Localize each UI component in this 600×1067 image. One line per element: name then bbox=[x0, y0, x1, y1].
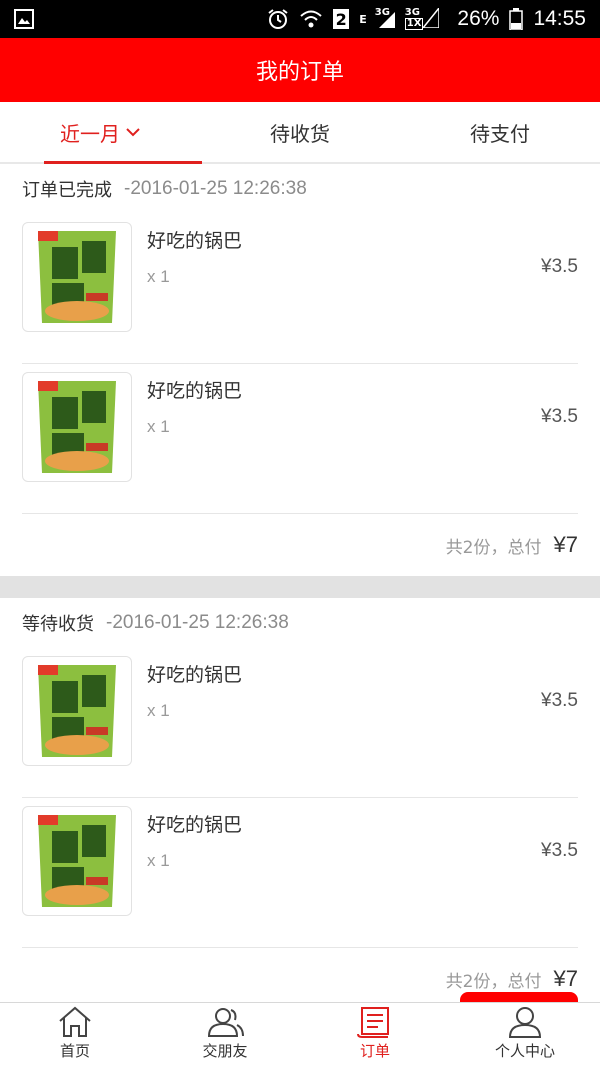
chevron-down-icon bbox=[126, 127, 140, 137]
order-item[interactable]: 好吃的锅巴 x 1 ¥3.5 bbox=[22, 214, 578, 364]
nav-friends[interactable]: 交朋友 bbox=[150, 1003, 300, 1067]
clock: 14:55 bbox=[533, 7, 586, 30]
tab-last-month[interactable]: 近一月 bbox=[0, 102, 202, 164]
network-e-label: E bbox=[359, 13, 367, 26]
order-card[interactable]: 等待收货 -2016-01-25 12:26:38 好吃的锅巴 x 1 ¥3.5… bbox=[0, 598, 600, 1002]
page-title: 我的订单 bbox=[255, 60, 344, 85]
order-time: -2016-01-25 12:26:38 bbox=[106, 612, 289, 633]
network-3g-label-2: 3G bbox=[404, 7, 420, 18]
order-divider bbox=[0, 576, 600, 598]
product-price: ¥3.5 bbox=[541, 256, 578, 277]
product-price: ¥3.5 bbox=[541, 690, 578, 711]
order-status: 订单已完成 bbox=[22, 180, 112, 201]
order-count-label: 共2份，总付 bbox=[445, 971, 542, 992]
nav-label: 订单 bbox=[359, 1042, 390, 1060]
network-3g-label: 3G bbox=[374, 7, 390, 18]
friends-icon bbox=[205, 1004, 245, 1038]
order-status: 等待收货 bbox=[22, 614, 94, 635]
order-summary: 共2份，总付 ¥7 bbox=[22, 514, 578, 576]
product-image bbox=[22, 806, 132, 916]
nav-orders[interactable]: 订单 bbox=[300, 1003, 450, 1067]
order-item[interactable]: 好吃的锅巴 x 1 ¥3.5 bbox=[22, 798, 578, 948]
order-icon bbox=[356, 1004, 394, 1038]
tab-label: 待收货 bbox=[270, 121, 330, 146]
tab-awaiting-delivery[interactable]: 待收货 bbox=[200, 102, 400, 162]
signal-3g-icon: 3G bbox=[374, 7, 395, 28]
tab-awaiting-payment[interactable]: 待支付 bbox=[400, 102, 600, 162]
nav-label: 首页 bbox=[59, 1042, 90, 1060]
order-header: 等待收货 -2016-01-25 12:26:38 bbox=[22, 598, 578, 648]
order-time: -2016-01-25 12:26:38 bbox=[124, 178, 307, 199]
tab-label: 近一月 bbox=[60, 121, 120, 146]
product-quantity: x 1 bbox=[147, 417, 170, 436]
status-bar: 2 E 3G 3G 1X 26% 14:55 bbox=[0, 0, 600, 38]
order-list[interactable]: 订单已完成 -2016-01-25 12:26:38 好吃的锅巴 x 1 ¥3.… bbox=[0, 164, 600, 1002]
product-price: ¥3.5 bbox=[541, 840, 578, 861]
sim-slot-badge: 2 bbox=[333, 9, 350, 29]
wifi-icon bbox=[299, 9, 323, 29]
product-name: 好吃的锅巴 bbox=[147, 664, 243, 686]
nav-profile[interactable]: 个人中心 bbox=[450, 1003, 600, 1067]
order-count-label: 共2份，总付 bbox=[445, 537, 542, 558]
product-name: 好吃的锅巴 bbox=[147, 230, 243, 252]
order-header: 订单已完成 -2016-01-25 12:26:38 bbox=[22, 164, 578, 214]
nav-home[interactable]: 首页 bbox=[0, 1003, 150, 1067]
order-item[interactable]: 好吃的锅巴 x 1 ¥3.5 bbox=[22, 648, 578, 798]
product-name: 好吃的锅巴 bbox=[147, 380, 243, 402]
order-total: ¥7 bbox=[553, 966, 578, 991]
product-quantity: x 1 bbox=[147, 851, 170, 870]
battery-icon bbox=[509, 8, 524, 30]
product-name: 好吃的锅巴 bbox=[147, 814, 243, 836]
nav-label: 交朋友 bbox=[202, 1042, 248, 1060]
product-quantity: x 1 bbox=[147, 267, 170, 286]
order-item[interactable]: 好吃的锅巴 x 1 ¥3.5 bbox=[22, 364, 578, 514]
order-card[interactable]: 订单已完成 -2016-01-25 12:26:38 好吃的锅巴 x 1 ¥3.… bbox=[0, 164, 600, 576]
nav-label: 个人中心 bbox=[494, 1042, 555, 1060]
home-icon bbox=[57, 1004, 93, 1038]
app-header: 我的订单 bbox=[0, 38, 600, 102]
signal-3g-1x-icon: 3G 1X bbox=[404, 7, 439, 30]
order-filter-tabs: 近一月 待收货 待支付 bbox=[0, 102, 600, 164]
product-image bbox=[22, 222, 132, 332]
product-image bbox=[22, 656, 132, 766]
battery-percent: 26% bbox=[457, 7, 500, 30]
product-quantity: x 1 bbox=[147, 701, 170, 720]
bottom-nav: 首页 交朋友 订单 个人中心 bbox=[0, 1002, 600, 1067]
product-image bbox=[22, 372, 132, 482]
product-price: ¥3.5 bbox=[541, 406, 578, 427]
profile-icon bbox=[507, 1004, 543, 1038]
tab-label: 待支付 bbox=[470, 121, 530, 146]
gallery-notification-icon bbox=[14, 9, 34, 29]
order-total: ¥7 bbox=[553, 532, 578, 557]
network-1x-label: 1X bbox=[404, 18, 424, 30]
alarm-icon bbox=[267, 8, 289, 30]
